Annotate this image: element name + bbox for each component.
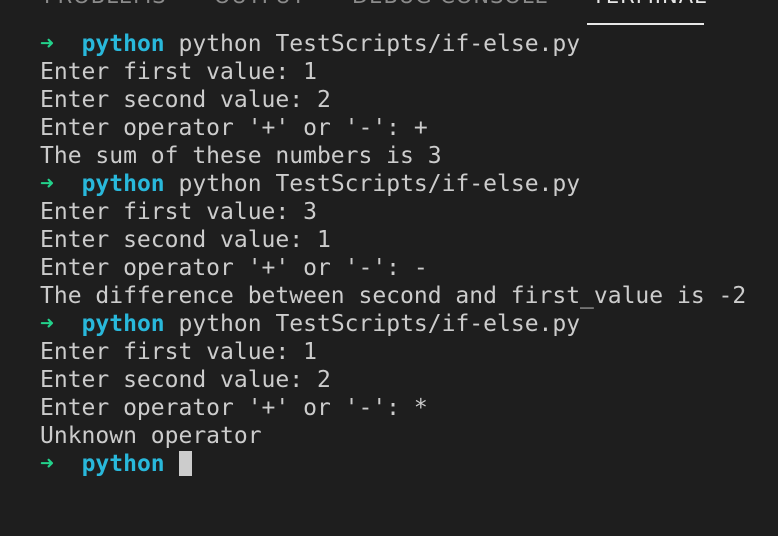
prompt-command: python TestScripts/if-else.py	[178, 171, 581, 197]
terminal-output-line: Enter second value: 1	[40, 227, 331, 253]
prompt-arrow-icon: ➜	[40, 171, 54, 197]
terminal-output[interactable]: ➜ python python TestScripts/if-else.py En…	[40, 30, 778, 478]
terminal-output-line: Enter operator '+' or '-': -	[40, 255, 428, 281]
tab-problems[interactable]: PROBLEMS	[44, 0, 167, 8]
prompt-cwd: python	[81, 451, 165, 477]
active-tab-indicator	[587, 23, 704, 25]
terminal-output-line: Unknown operator	[40, 423, 262, 449]
terminal-output-line: Enter first value: 1	[40, 339, 317, 365]
terminal-output-line: The difference between second and first_…	[40, 283, 747, 309]
prompt-arrow-icon: ➜	[40, 31, 54, 57]
terminal-output-line: Enter second value: 2	[40, 367, 331, 393]
terminal-output-line: Enter operator '+' or '-': *	[40, 395, 428, 421]
panel-tab-bar: PROBLEMS OUTPUT DEBUG CONSOLE TERMINAL	[0, 0, 778, 26]
prompt-arrow-icon: ➜	[40, 451, 54, 477]
tab-output[interactable]: OUTPUT	[214, 0, 306, 8]
tab-terminal[interactable]: TERMINAL	[592, 0, 707, 8]
terminal-output-line: Enter first value: 3	[40, 199, 317, 225]
prompt-cwd: python	[81, 31, 165, 57]
terminal-cursor	[178, 451, 192, 476]
prompt-cwd: python	[81, 171, 165, 197]
terminal-output-line: Enter operator '+' or '-': +	[40, 115, 428, 141]
terminal-output-line: Enter first value: 1	[40, 59, 317, 85]
terminal-prompt-line: ➜ python python TestScripts/if-else.py	[40, 310, 778, 338]
terminal-output-line: Enter second value: 2	[40, 87, 331, 113]
prompt-cwd: python	[81, 311, 165, 337]
terminal-output-line: The sum of these numbers is 3	[40, 143, 442, 169]
tab-debug-console[interactable]: DEBUG CONSOLE	[352, 0, 549, 8]
prompt-command: python TestScripts/if-else.py	[178, 311, 581, 337]
prompt-arrow-icon: ➜	[40, 311, 54, 337]
terminal-prompt-line: ➜ python python TestScripts/if-else.py	[40, 30, 778, 58]
prompt-command: python TestScripts/if-else.py	[178, 31, 581, 57]
terminal-prompt-line: ➜ python python TestScripts/if-else.py	[40, 170, 778, 198]
terminal-prompt-line: ➜ python	[40, 450, 778, 478]
